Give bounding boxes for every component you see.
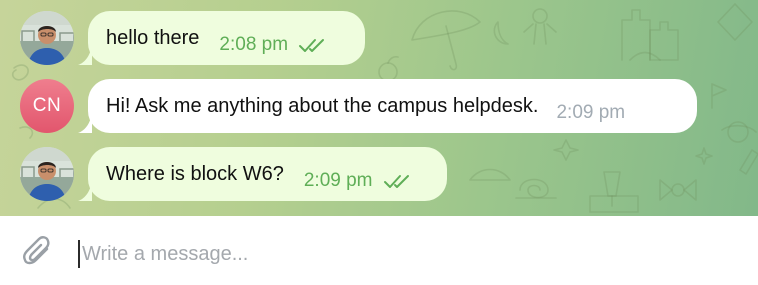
chat-history: hello there 2:08 pm CN Hi! Ask me anythi… xyxy=(0,0,758,216)
user-photo-icon xyxy=(20,147,74,201)
user-photo-icon xyxy=(20,11,74,65)
message-bubble[interactable]: Where is block W6? 2:09 pm xyxy=(88,147,447,201)
avatar-initials: CN xyxy=(32,95,62,116)
message-bubble[interactable]: hello there 2:08 pm xyxy=(88,11,365,65)
user-avatar[interactable] xyxy=(20,147,74,201)
double-check-icon xyxy=(383,175,409,188)
bot-avatar[interactable]: CN xyxy=(20,79,74,133)
message-time: 2:09 pm xyxy=(303,170,373,191)
user-avatar[interactable] xyxy=(20,11,74,65)
message-text: hello there xyxy=(106,26,200,49)
message-time: 2:09 pm xyxy=(556,102,626,123)
double-check-icon xyxy=(299,39,325,52)
message-bubble[interactable]: Hi! Ask me anything about the campus hel… xyxy=(88,79,697,133)
message-text: Where is block W6? xyxy=(106,162,284,185)
message-text: Hi! Ask me anything about the campus hel… xyxy=(106,94,539,117)
message-time: 2:08 pm xyxy=(219,34,289,55)
paperclip-icon[interactable] xyxy=(20,234,56,270)
message-input[interactable] xyxy=(80,236,722,272)
